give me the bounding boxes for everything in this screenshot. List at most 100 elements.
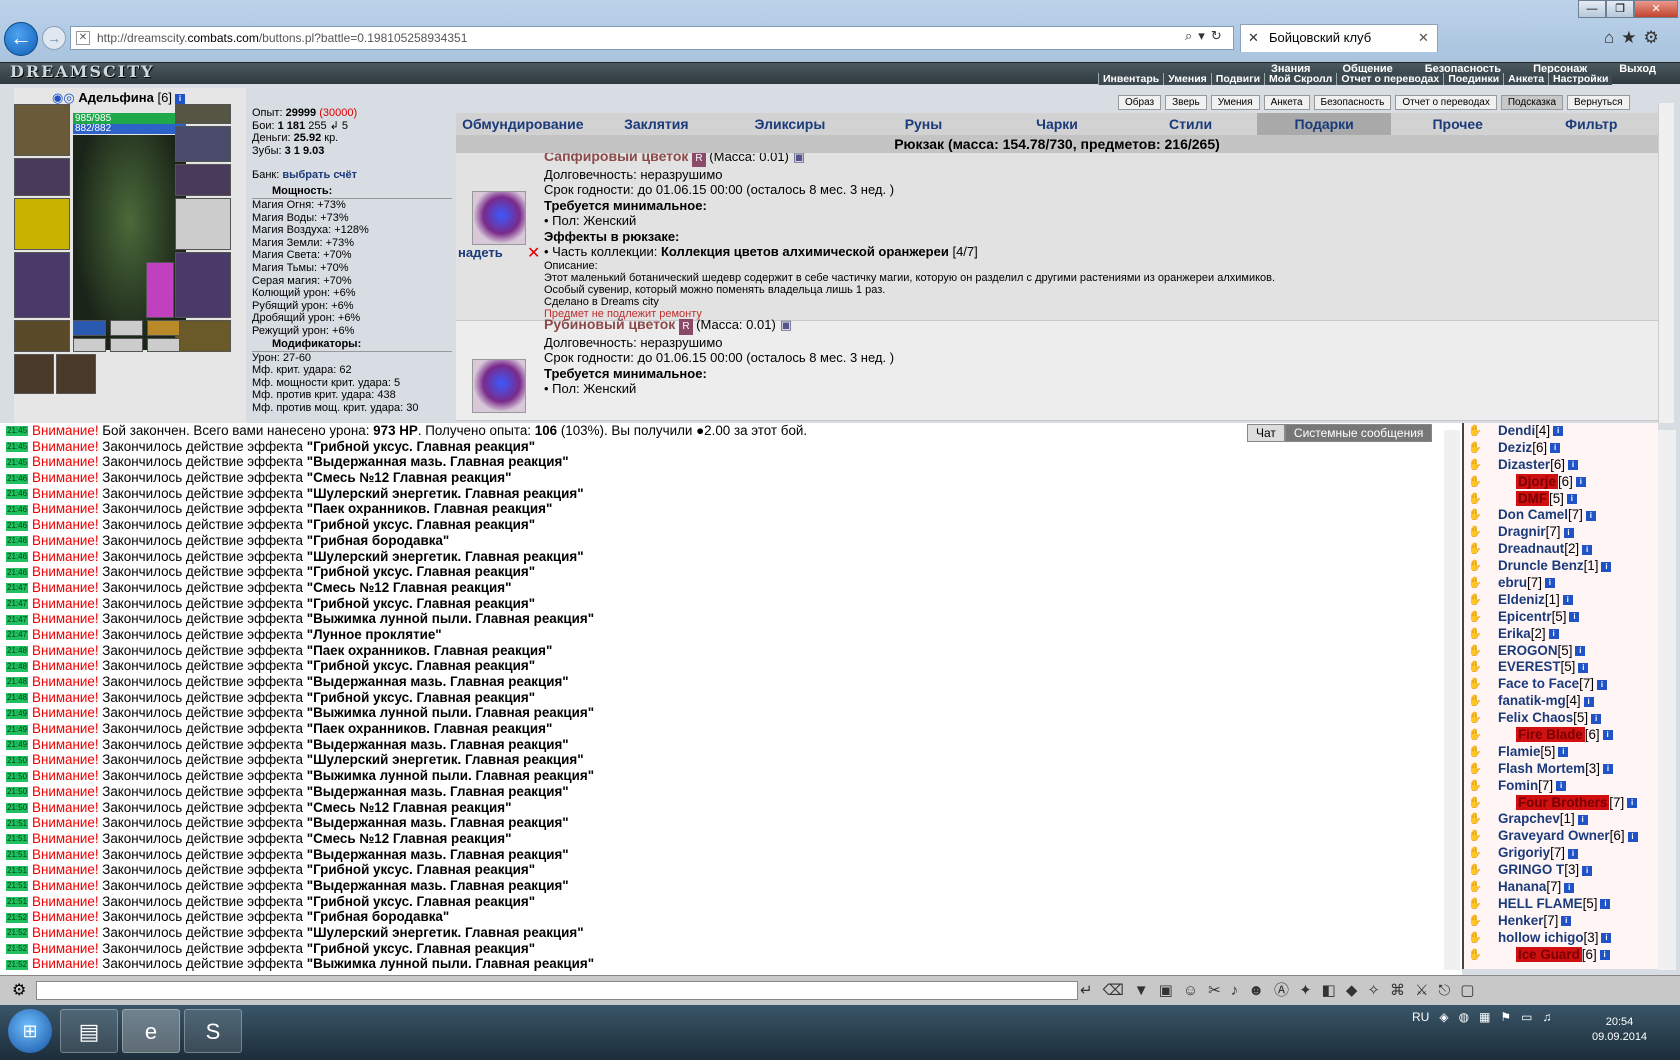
info-icon[interactable]: i	[1562, 595, 1573, 606]
map-icon[interactable]: ⌘	[1390, 982, 1415, 999]
top-nav-button[interactable]: Безопасность	[1313, 95, 1392, 110]
inventory-tab[interactable]: Чарки	[990, 113, 1124, 135]
sub-menu-item[interactable]: Инвентарь	[1098, 73, 1163, 85]
equipment-slot[interactable]	[110, 338, 143, 352]
sub-menu-item[interactable]: Отчет о переводах	[1336, 73, 1443, 85]
mods-section-header[interactable]: Модификаторы:	[252, 338, 452, 352]
clan-rank-icon[interactable]: ✋	[1468, 678, 1484, 690]
clan-rank-icon[interactable]: ✋	[1468, 780, 1484, 792]
chat-input[interactable]	[36, 981, 1078, 1000]
item-scrollbar[interactable]	[1658, 103, 1674, 423]
top-menu-item[interactable]: Выход	[1603, 62, 1672, 76]
power-section-header[interactable]: Мощность:	[252, 185, 452, 199]
user-name[interactable]: Dreadnaut	[1498, 541, 1564, 556]
info-icon[interactable]: i	[1627, 831, 1638, 842]
clan-rank-icon[interactable]: ✋	[1468, 864, 1484, 876]
message-time[interactable]: 21:51	[6, 865, 29, 876]
message-time[interactable]: 21:47	[6, 599, 29, 610]
equipment-slot[interactable]	[14, 104, 70, 156]
flag-icon[interactable]: ⚑	[1500, 1010, 1511, 1024]
bag-icon[interactable]: ◧	[1322, 982, 1346, 999]
equipment-slot[interactable]	[14, 320, 70, 352]
clock[interactable]: 20:54 09.09.2014	[1592, 1015, 1647, 1045]
message-time[interactable]: 21:45	[6, 426, 29, 437]
info-icon[interactable]: i	[1601, 561, 1612, 572]
clear-icon[interactable]: ⌫	[1103, 982, 1134, 999]
clan-rank-icon[interactable]: ✋	[1468, 847, 1484, 859]
chat-tab[interactable]: Системные сообщения	[1284, 424, 1433, 442]
info-icon[interactable]: i	[1567, 848, 1578, 859]
message-time[interactable]: 21:52	[6, 912, 29, 923]
top-nav-button[interactable]: Умения	[1210, 95, 1260, 110]
clan-rank-icon[interactable]: ✋	[1468, 746, 1484, 758]
info-icon[interactable]: i	[1568, 460, 1578, 471]
info-icon[interactable]: i	[1548, 629, 1559, 640]
equipment-slot[interactable]	[175, 320, 231, 352]
clan-rank-icon[interactable]: ✋	[1468, 645, 1484, 657]
message-time[interactable]: 21:50	[6, 802, 29, 813]
user-name[interactable]: Erika	[1498, 626, 1531, 641]
address-bar[interactable]: http://dreamscity.combats.com/buttons.pl…	[70, 26, 1234, 50]
equipment-slot[interactable]	[175, 252, 231, 318]
search-icon[interactable]: ⌕	[1185, 28, 1198, 43]
equipment-slot[interactable]	[147, 338, 180, 352]
message-time[interactable]: 21:49	[6, 708, 29, 719]
info-icon[interactable]: i	[1569, 612, 1580, 623]
sub-menu-item[interactable]: Умения	[1163, 73, 1211, 85]
sub-menu-item[interactable]: Анкета	[1503, 73, 1548, 85]
info-icon[interactable]: i	[1591, 713, 1602, 724]
clan-rank-icon[interactable]: ✋	[1468, 543, 1484, 555]
translit-icon[interactable]: Ⓐ	[1274, 982, 1299, 999]
message-time[interactable]: 21:46	[6, 567, 29, 578]
people-icon[interactable]: ☺	[1183, 982, 1208, 999]
clan-rank-icon[interactable]: ✋	[1468, 763, 1484, 775]
user-name[interactable]: Eldeniz	[1498, 592, 1545, 607]
user-name[interactable]: EVEREST	[1498, 659, 1561, 674]
message-time[interactable]: 21:46	[6, 536, 29, 547]
user-name[interactable]: Dendi	[1498, 423, 1535, 438]
info-icon[interactable]: i	[1577, 814, 1588, 825]
tools-icon[interactable]: ✂	[1208, 982, 1231, 999]
clan-rank-icon[interactable]: ✋	[1468, 915, 1484, 927]
message-time[interactable]: 21:50	[6, 787, 29, 798]
info-icon[interactable]: i	[1627, 798, 1638, 809]
equipment-slot[interactable]	[14, 354, 54, 394]
skill-icon[interactable]: ✦	[1299, 982, 1322, 999]
sub-menu-item[interactable]: Настройки	[1548, 73, 1612, 85]
chat-scrollbar[interactable]	[1444, 430, 1460, 970]
user-name[interactable]: Ice Guard	[1516, 946, 1582, 962]
volume-icon[interactable]: ♫	[1543, 1010, 1552, 1024]
tray-app-icon[interactable]: ◈	[1439, 1010, 1448, 1024]
sound-icon[interactable]: ♪	[1231, 982, 1249, 999]
equipment-slot[interactable]	[175, 126, 231, 162]
tray-network-icon[interactable]: ▦	[1479, 1010, 1490, 1024]
info-icon[interactable]: i	[1578, 662, 1589, 673]
user-name[interactable]: hollow ichigo	[1498, 930, 1584, 945]
equipment-slot[interactable]	[175, 164, 231, 196]
user-name[interactable]: DMF	[1516, 490, 1550, 506]
clan-rank-icon[interactable]: ✋	[1468, 611, 1484, 623]
minimize-button[interactable]: —	[1578, 0, 1607, 18]
message-time[interactable]: 21:47	[6, 614, 29, 625]
clan-rank-icon[interactable]: ✋	[1468, 813, 1484, 825]
users-scrollbar[interactable]	[1658, 430, 1676, 970]
user-name[interactable]: GRINGO T	[1498, 862, 1564, 877]
save-icon[interactable]: ▣	[1159, 982, 1183, 999]
info-icon[interactable]: i	[1599, 950, 1610, 961]
equipment-slot[interactable]	[56, 354, 96, 394]
info-icon[interactable]: i	[1600, 899, 1611, 910]
user-name[interactable]: Four Brothers	[1516, 794, 1610, 810]
send-icon[interactable]: ↵	[1080, 982, 1103, 999]
message-time[interactable]: 21:46	[6, 551, 29, 562]
clan-rank-icon[interactable]: ✋	[1468, 594, 1484, 606]
user-name[interactable]: Dragnir	[1498, 524, 1546, 539]
message-time[interactable]: 21:51	[6, 818, 29, 829]
top-nav-button[interactable]: Анкета	[1263, 95, 1310, 110]
user-name[interactable]: fanatik-mg	[1498, 693, 1566, 708]
clan-rank-icon[interactable]: ✋	[1468, 509, 1484, 521]
user-name[interactable]: Face to Face	[1498, 676, 1579, 691]
dropdown-icon[interactable]: ▾	[1198, 28, 1211, 43]
tray-chat-icon[interactable]: ◍	[1459, 1010, 1469, 1024]
equipment-slot[interactable]	[14, 252, 70, 318]
skype-taskbar-button[interactable]: S	[184, 1009, 242, 1053]
